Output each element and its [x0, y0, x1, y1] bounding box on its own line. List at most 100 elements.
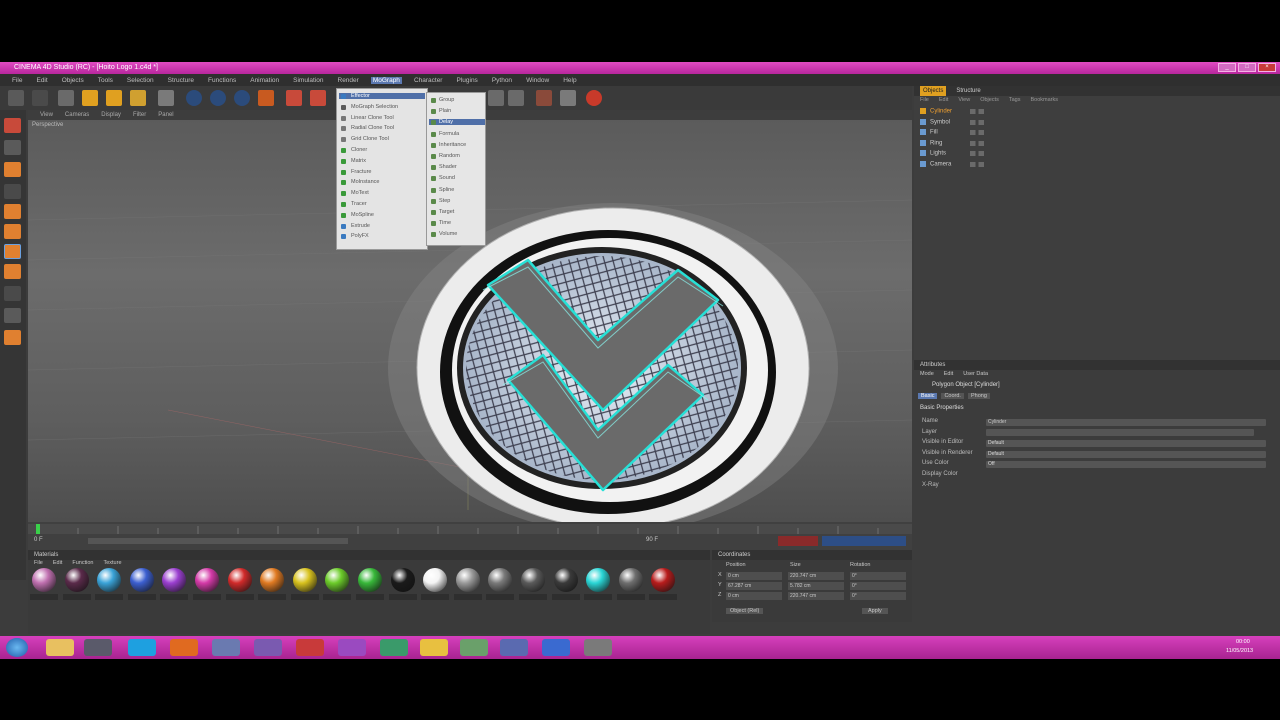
menu-plugins[interactable]: Plugins — [454, 77, 479, 84]
menu-help[interactable]: Help — [561, 77, 578, 84]
materials-menu-texture[interactable]: Texture — [103, 560, 121, 566]
app-icon-10[interactable] — [584, 639, 612, 656]
material-swatch[interactable] — [64, 568, 89, 592]
coordinate-mode-select[interactable]: Object (Rel) — [726, 608, 764, 614]
mograph-item-polyfx[interactable]: PolyFX — [351, 233, 369, 239]
visible-renderer-select[interactable]: Default — [986, 451, 1266, 458]
coord-rot-field[interactable]: 0° — [850, 582, 906, 590]
mograph-item-radial-clone-tool[interactable]: Radial Clone Tool — [351, 125, 394, 131]
points-mode-icon[interactable] — [4, 204, 21, 219]
mograph-item-matrix[interactable]: Matrix — [351, 158, 366, 164]
effector-item-plain[interactable]: Plain — [439, 108, 451, 114]
effector-item-time[interactable]: Time — [439, 220, 451, 226]
effector-item-step[interactable]: Step — [439, 198, 450, 204]
material-swatch[interactable] — [455, 568, 480, 592]
effector-item-shader[interactable]: Shader — [439, 164, 457, 170]
attr-menu-user-data[interactable]: User Data — [963, 371, 988, 377]
effector-item-random[interactable]: Random — [439, 153, 460, 159]
environment-icon[interactable] — [508, 90, 524, 106]
app-icon-6[interactable] — [420, 639, 448, 656]
menu-file[interactable]: File — [10, 77, 24, 84]
material-swatch[interactable] — [618, 568, 643, 592]
om-menu-objects[interactable]: Objects — [980, 97, 999, 103]
menu-animation[interactable]: Animation — [248, 77, 281, 84]
name-field[interactable]: Cylinder — [986, 419, 1266, 426]
object-row[interactable]: Ring — [920, 139, 942, 146]
menu-tools[interactable]: Tools — [96, 77, 115, 84]
om-menu-tags[interactable]: Tags — [1009, 97, 1021, 103]
visibility-dots[interactable] — [970, 161, 984, 167]
mograph-item-mospline[interactable]: MoSpline — [351, 212, 374, 218]
render-view-icon[interactable] — [286, 90, 302, 106]
app-icon-4[interactable] — [338, 639, 366, 656]
polygons-mode-icon[interactable] — [4, 244, 21, 259]
effector-item-group[interactable]: Group — [439, 97, 454, 103]
object-row[interactable]: Fill — [920, 129, 938, 136]
menu-objects[interactable]: Objects — [60, 77, 86, 84]
lock-workplane-icon[interactable] — [4, 308, 21, 323]
start-frame[interactable]: 0 F — [34, 537, 43, 543]
materials-menu-file[interactable]: File — [34, 560, 43, 566]
menu-character[interactable]: Character — [412, 77, 445, 84]
visibility-dots[interactable] — [970, 151, 984, 156]
render-picture-viewer-icon[interactable] — [310, 90, 326, 106]
live-selection-icon[interactable] — [58, 90, 74, 106]
coord-size-field[interactable]: 5.782 cm — [788, 582, 844, 590]
object-row[interactable]: Cylinder — [920, 108, 952, 115]
axis-mode-icon[interactable] — [4, 264, 21, 279]
clock-time[interactable]: 00:00 — [1236, 639, 1250, 645]
material-swatch[interactable] — [292, 568, 317, 592]
menu-simulation[interactable]: Simulation — [291, 77, 325, 84]
menu-structure[interactable]: Structure — [166, 77, 196, 84]
om-menu-file[interactable]: File — [920, 97, 929, 103]
solo-icon[interactable] — [4, 330, 21, 345]
object-row[interactable]: Camera — [920, 160, 951, 167]
menu-edit[interactable]: Edit — [34, 77, 49, 84]
skype-icon[interactable] — [128, 639, 156, 656]
menu-mograph[interactable]: MoGraph — [370, 76, 402, 84]
menu-functions[interactable]: Functions — [206, 77, 238, 84]
menu-window[interactable]: Window — [524, 77, 551, 84]
object-row[interactable]: Lights — [920, 150, 946, 157]
rotate-icon[interactable] — [130, 90, 146, 106]
material-swatch[interactable] — [195, 568, 219, 592]
mograph-item-grid-clone-tool[interactable]: Grid Clone Tool — [351, 136, 389, 142]
mograph-item-tracer[interactable]: Tracer — [351, 201, 367, 207]
redo-icon[interactable] — [32, 90, 48, 106]
windows-start-icon[interactable] — [6, 638, 28, 657]
material-swatch[interactable] — [390, 568, 415, 592]
menu-render[interactable]: Render — [336, 77, 361, 84]
mograph-item-effector[interactable]: Effector — [339, 93, 425, 99]
tab-structure[interactable]: Structure — [956, 86, 980, 96]
visibility-dots[interactable] — [970, 119, 984, 125]
coord-rot-field[interactable]: 0° — [850, 572, 906, 580]
move-icon[interactable] — [82, 90, 98, 106]
coord-pos-field[interactable]: 67.287 cm — [726, 582, 782, 590]
material-swatch[interactable] — [521, 568, 545, 592]
om-menu-edit[interactable]: Edit — [939, 97, 948, 103]
coord-size-field[interactable]: 220.747 cm — [788, 572, 844, 580]
coord-rot-field[interactable]: 0° — [850, 592, 906, 600]
y-axis-icon[interactable] — [210, 90, 226, 106]
coord-pos-field[interactable]: 0 cm — [726, 572, 782, 580]
mograph-item-motext[interactable]: MoText — [351, 190, 369, 196]
material-swatch[interactable] — [423, 568, 448, 592]
z-axis-icon[interactable] — [234, 90, 250, 106]
material-swatch[interactable] — [553, 568, 578, 592]
visibility-dots[interactable] — [970, 140, 984, 146]
coordinate-system-icon[interactable] — [258, 90, 274, 106]
visible-editor-select[interactable]: Default — [986, 440, 1266, 447]
tab-phong[interactable]: Phong — [967, 393, 990, 399]
mograph-item-fracture[interactable]: Fracture — [351, 169, 371, 175]
coord-pos-field[interactable]: 0 cm — [726, 592, 782, 600]
mograph-item-mograph-selection[interactable]: MoGraph Selection — [351, 104, 398, 110]
materials-menu-function[interactable]: Function — [72, 560, 93, 566]
material-swatch[interactable] — [260, 568, 285, 592]
material-swatch[interactable] — [488, 568, 513, 592]
menu-selection[interactable]: Selection — [125, 77, 156, 84]
texture-mode-icon[interactable] — [4, 162, 21, 177]
camera-icon[interactable] — [536, 90, 552, 106]
close-button[interactable]: × — [1258, 63, 1276, 72]
material-swatch[interactable] — [651, 568, 676, 592]
end-frame[interactable]: 90 F — [646, 537, 658, 543]
